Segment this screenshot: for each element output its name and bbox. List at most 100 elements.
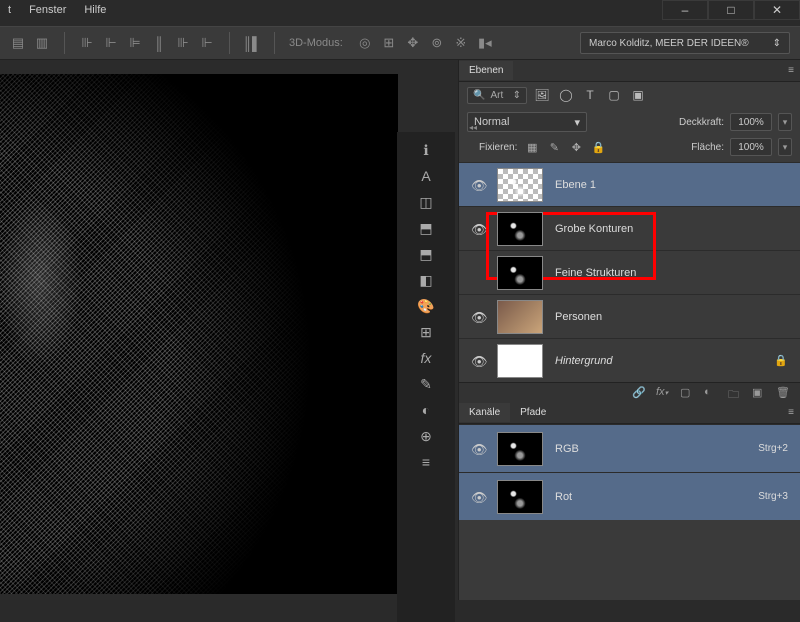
chevron-updown-icon: ⇕ [513, 90, 521, 101]
filter-label: Art [490, 90, 503, 101]
scale3d-icon[interactable]: ⊚ [429, 35, 445, 51]
distribute-5-icon[interactable]: ⊪ [175, 35, 191, 51]
chevron-down-icon: ▾ [574, 116, 580, 129]
fx-strip-icon[interactable]: fx [418, 350, 434, 366]
strip-icon-4[interactable]: ⬒ [418, 246, 434, 262]
filter-smart-icon[interactable]: ▣ [629, 86, 647, 104]
distribute-6-icon[interactable]: ⊩ [199, 35, 215, 51]
adjust-icon[interactable]: ◐ [704, 386, 718, 400]
opacity-chevron[interactable]: ▾ [778, 113, 792, 131]
panel-menu-icon[interactable]: ≡ [782, 407, 800, 418]
panel-column: Ebenen ≡ 🔍 Art ⇕ 🖼 ◯ T ▢ ▣ Normal ▾ Deck… [458, 60, 800, 600]
minimize-button[interactable]: – [662, 0, 708, 20]
visibility-toggle[interactable]: 👁 [471, 222, 485, 236]
workspace-label: Marco Kolditz, MEER DER IDEEN® [589, 38, 749, 49]
panel-menu-icon[interactable]: ≡ [782, 65, 800, 76]
group-icon[interactable]: 🗀 [728, 386, 742, 400]
workspace-picker[interactable]: Marco Kolditz, MEER DER IDEEN® ⇕ [580, 32, 790, 54]
distribute-1-icon[interactable]: ⊪ [79, 35, 95, 51]
visibility-toggle[interactable]: 👁 [471, 354, 485, 368]
layer-filter-type[interactable]: 🔍 Art ⇕ [467, 87, 527, 104]
camera3d-icon[interactable]: ▮◂ [477, 35, 493, 51]
opacity-input[interactable]: 100% [730, 113, 772, 131]
layer-name[interactable]: Ebene 1 [555, 179, 596, 191]
layers-list: 👁 Ebene 1 👁 Grobe Konturen Feine Struktu… [459, 162, 800, 382]
filter-shape-icon[interactable]: ▢ [605, 86, 623, 104]
layer-name[interactable]: Grobe Konturen [555, 223, 633, 235]
layer-thumbnail[interactable] [497, 256, 543, 290]
channel-row[interactable]: 👁 RGB Strg+2 [459, 424, 800, 472]
trash-icon[interactable]: 🗑 [776, 386, 790, 400]
strip-icon-5[interactable]: ◧ [418, 272, 434, 288]
channel-shortcut: Strg+3 [758, 491, 788, 502]
layer-name[interactable]: Hintergrund [555, 355, 612, 367]
layer-row[interactable]: 👁 Ebene 1 [459, 162, 800, 206]
menu-item-hilfe[interactable]: Hilfe [84, 4, 106, 16]
swatch-icon[interactable]: 🎨 [418, 298, 434, 314]
layer-row[interactable]: Feine Strukturen [459, 250, 800, 294]
move3d-icon[interactable]: ✥ [405, 35, 421, 51]
text-strip-icon[interactable]: A [418, 168, 434, 184]
fill-input[interactable]: 100% [730, 138, 772, 156]
link-layers-icon[interactable]: 🔗 [632, 386, 646, 400]
divider [274, 32, 275, 54]
menu-item-t[interactable]: t [8, 4, 11, 16]
visibility-toggle[interactable]: 👁 [471, 310, 485, 324]
pan3d-icon[interactable]: ⊞ [381, 35, 397, 51]
mode3d-label: 3D-Modus: [289, 37, 343, 49]
align-pack-icon[interactable]: ▥ [34, 35, 50, 51]
mask-icon[interactable]: ▢ [680, 386, 694, 400]
fx-icon[interactable]: fx▾ [656, 386, 670, 400]
grid-icon[interactable]: ⊞ [418, 324, 434, 340]
orbit-icon[interactable]: ◎ [357, 35, 373, 51]
close-button[interactable]: ✕ [754, 0, 800, 20]
distribute-3-icon[interactable]: ⊫ [127, 35, 143, 51]
tab-paths[interactable]: Pfade [510, 403, 556, 422]
layer-thumbnail[interactable] [497, 212, 543, 246]
align-left-icon[interactable]: ▤ [10, 35, 26, 51]
strip-icon-3[interactable]: ⬒ [418, 220, 434, 236]
document-canvas[interactable] [0, 74, 398, 594]
spacing-icon[interactable]: ║▌ [244, 35, 260, 51]
visibility-toggle[interactable]: 👁 [471, 442, 485, 456]
filter-adjust-icon[interactable]: ◯ [557, 86, 575, 104]
divider [64, 32, 65, 54]
tab-channels[interactable]: Kanäle [459, 403, 510, 422]
divider [229, 32, 230, 54]
info-icon[interactable]: ℹ [418, 142, 434, 158]
tab-layers[interactable]: Ebenen [459, 61, 513, 80]
distribute-2-icon[interactable]: ⊩ [103, 35, 119, 51]
layer-thumbnail[interactable] [497, 168, 543, 202]
lock-brush-icon[interactable]: ✎ [547, 140, 561, 154]
channel-name: Rot [555, 491, 572, 503]
layer-name[interactable]: Feine Strukturen [555, 267, 636, 279]
layer-name[interactable]: Personen [555, 311, 602, 323]
target-icon[interactable]: ⊕ [418, 428, 434, 444]
menu-item-fenster[interactable]: Fenster [29, 4, 66, 16]
contrast-icon[interactable]: ◐ [418, 402, 434, 418]
channels-tabhead: Kanäle Pfade ≡ [459, 402, 800, 424]
filter-text-icon[interactable]: T [581, 86, 599, 104]
strip-icon-2[interactable]: ◫ [418, 194, 434, 210]
new-layer-icon[interactable]: ▣ [752, 386, 766, 400]
visibility-toggle[interactable]: 👁 [471, 178, 485, 192]
brush-strip-icon[interactable]: ✎ [418, 376, 434, 392]
panel-collapse-icon[interactable]: ◂◂ [455, 120, 491, 134]
layer-row[interactable]: 👁 Personen [459, 294, 800, 338]
lock-pixels-icon[interactable]: ▦ [525, 140, 539, 154]
list-icon[interactable]: ≡ [418, 454, 434, 470]
filter-image-icon[interactable]: 🖼 [533, 86, 551, 104]
visibility-toggle[interactable] [471, 266, 485, 280]
layer-thumbnail[interactable] [497, 300, 543, 334]
layer-row[interactable]: 👁 Hintergrund 🔒 [459, 338, 800, 382]
visibility-toggle[interactable]: 👁 [471, 490, 485, 504]
fill-chevron[interactable]: ▾ [778, 138, 792, 156]
layer-thumbnail[interactable] [497, 344, 543, 378]
lock-all-icon[interactable]: 🔒 [591, 140, 605, 154]
distribute-4-icon[interactable]: ║ [151, 35, 167, 51]
maximize-button[interactable]: □ [708, 0, 754, 20]
layer-row[interactable]: 👁 Grobe Konturen [459, 206, 800, 250]
lock-move-icon[interactable]: ✥ [569, 140, 583, 154]
light3d-icon[interactable]: ※ [453, 35, 469, 51]
channel-row[interactable]: 👁 Rot Strg+3 [459, 472, 800, 520]
